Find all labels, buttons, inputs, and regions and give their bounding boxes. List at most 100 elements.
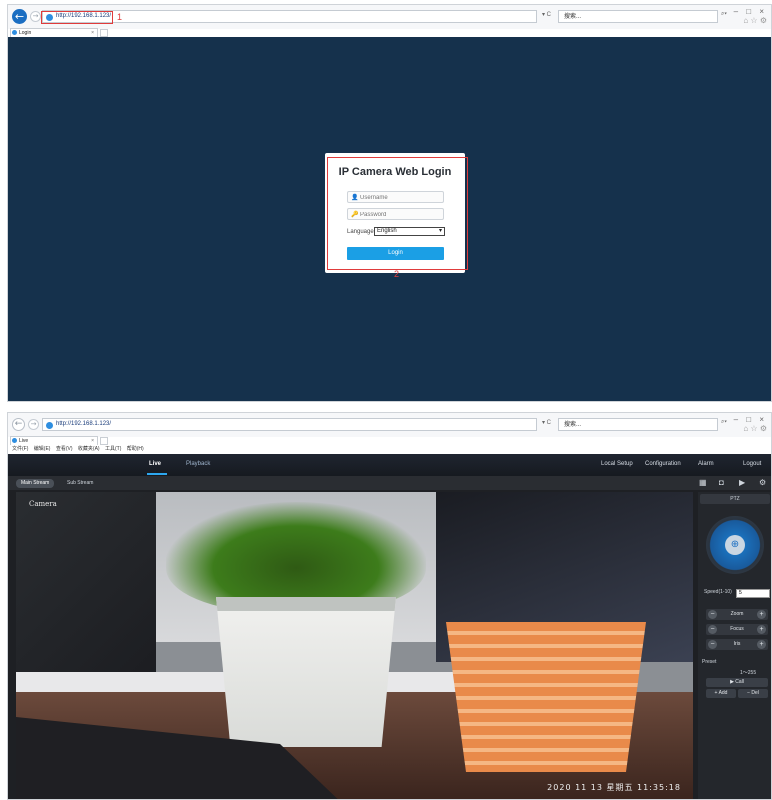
settings-icon[interactable]: ⚙ bbox=[759, 478, 766, 487]
live-page: Live Playback Local Setup Configuration … bbox=[8, 454, 771, 799]
speed-label: Speed(1-10) bbox=[704, 589, 732, 595]
back-button[interactable]: ← bbox=[12, 418, 25, 431]
menu-edit[interactable]: 编辑(E) bbox=[34, 446, 51, 452]
new-tab-button[interactable] bbox=[100, 29, 108, 37]
close-tab-icon[interactable]: × bbox=[91, 437, 94, 445]
toolbar-icons[interactable]: ⌂ ☆ ⚙ bbox=[743, 424, 767, 433]
search-placeholder: 搜索... bbox=[564, 14, 582, 20]
refresh-icon[interactable]: ▾ C bbox=[542, 419, 551, 426]
iris-plus-button[interactable]: + bbox=[757, 640, 766, 649]
nav-alarm[interactable]: Alarm bbox=[698, 461, 714, 467]
add-preset-button[interactable]: + Add bbox=[706, 689, 736, 698]
ptz-joystick[interactable]: ⊕ bbox=[706, 516, 764, 574]
camera-label: Camera bbox=[29, 500, 57, 508]
menu-file[interactable]: 文件(F) bbox=[12, 446, 28, 452]
tool-icons: ▦ ◘ ▶ ⚙ bbox=[696, 478, 771, 489]
zoom-plus-button[interactable]: + bbox=[757, 610, 766, 619]
live-screenshot: ← → http://192.168.1.123/ ▾ C 搜索... ⌕▾ –… bbox=[7, 412, 772, 800]
new-tab-button[interactable] bbox=[100, 437, 108, 445]
iris-minus-button[interactable]: − bbox=[708, 640, 717, 649]
osd-timestamp: 2020 11 13 星期五 11:35:18 bbox=[547, 783, 681, 792]
ie-icon bbox=[46, 422, 53, 429]
annotation-number-1: 1 bbox=[117, 12, 123, 22]
live-video[interactable]: Camera 2020 11 13 星期五 11:35:18 bbox=[16, 492, 693, 799]
forward-button[interactable]: → bbox=[28, 419, 39, 430]
tab-ie-icon bbox=[12, 438, 17, 443]
nav-logout[interactable]: Logout bbox=[743, 461, 761, 467]
focus-plus-button[interactable]: + bbox=[757, 625, 766, 634]
tab-strip: Live × bbox=[8, 436, 771, 445]
tab-title: Login bbox=[19, 30, 32, 36]
focus-label: Focus bbox=[730, 626, 744, 632]
record-icon[interactable]: ▶ bbox=[739, 478, 745, 487]
ptz-panel: PTZ ⊕ Speed(1-10) 5 − Zoom + − Focus + −… bbox=[698, 492, 771, 799]
annotation-box-1 bbox=[41, 11, 113, 24]
url-text: http://192.168.1.123/ bbox=[56, 421, 112, 427]
sub-stream-button[interactable]: Sub Stream bbox=[62, 479, 98, 488]
nav-playback[interactable]: Playback bbox=[186, 461, 210, 467]
browser-toolbar: ← → http://192.168.1.123/ ▾ C 搜索... ⌕▾ –… bbox=[8, 5, 771, 29]
tab-login[interactable]: Login × bbox=[10, 28, 98, 37]
nav-configuration[interactable]: Configuration bbox=[645, 461, 681, 467]
speed-row: Speed(1-10) 5 bbox=[704, 589, 770, 599]
main-stream-button[interactable]: Main Stream bbox=[16, 479, 55, 488]
focus-control: − Focus + bbox=[706, 624, 768, 635]
refresh-icon[interactable]: ▾ C bbox=[542, 11, 551, 18]
tab-live[interactable]: Live × bbox=[10, 436, 98, 445]
pot-rim bbox=[216, 597, 396, 611]
login-page: IP Camera Web Login 👤 🔑 Language: Englis… bbox=[8, 37, 771, 401]
call-label: Call bbox=[735, 679, 744, 685]
search-icon[interactable]: ⌕▾ bbox=[721, 11, 727, 18]
menu-favorites[interactable]: 收藏夹(A) bbox=[78, 446, 100, 452]
menu-view[interactable]: 查看(V) bbox=[56, 446, 73, 452]
preset-range[interactable]: 1～255 bbox=[740, 669, 756, 676]
annotation-number-2: 2 bbox=[394, 269, 400, 279]
zoom-control: − Zoom + bbox=[706, 609, 768, 620]
ptz-header: PTZ bbox=[700, 494, 770, 504]
video-orange-bowl bbox=[446, 622, 646, 772]
search-input[interactable] bbox=[558, 10, 718, 23]
grid-icon[interactable]: ▦ bbox=[699, 478, 707, 487]
iris-label: Iris bbox=[733, 641, 741, 647]
search-icon[interactable]: ⌕▾ bbox=[721, 419, 727, 426]
tab-ie-icon bbox=[12, 30, 17, 35]
tab-title: Live bbox=[19, 438, 29, 444]
add-label: Add bbox=[718, 690, 728, 696]
video-background-left bbox=[16, 492, 156, 702]
zoom-label: Zoom bbox=[730, 611, 744, 617]
active-tab-indicator bbox=[147, 473, 167, 475]
menu-tools[interactable]: 工具(T) bbox=[105, 446, 121, 452]
del-label: Del bbox=[751, 690, 759, 696]
annotation-box-2 bbox=[327, 157, 468, 270]
forward-button[interactable]: → bbox=[30, 11, 41, 22]
menu-bar: 文件(F) 编辑(E) 查看(V) 收藏夹(A) 工具(T) 帮助(H) bbox=[8, 445, 771, 453]
window-controls[interactable]: – □ × bbox=[734, 415, 767, 424]
preset-label: Preset bbox=[702, 659, 717, 665]
iris-control: − Iris + bbox=[706, 639, 768, 650]
window-controls[interactable]: – □ × bbox=[734, 7, 767, 16]
close-tab-icon[interactable]: × bbox=[91, 29, 94, 37]
call-preset-button[interactable]: ▶ Call bbox=[706, 678, 768, 687]
toolbar-icons[interactable]: ⌂ ☆ ⚙ bbox=[743, 16, 767, 25]
zoom-center-icon[interactable]: ⊕ bbox=[725, 535, 745, 555]
login-screenshot: ← → http://192.168.1.123/ ▾ C 搜索... ⌕▾ –… bbox=[7, 4, 772, 402]
address-bar[interactable]: http://192.168.1.123/ bbox=[42, 418, 537, 431]
search-placeholder: 搜索... bbox=[564, 422, 582, 428]
zoom-minus-button[interactable]: − bbox=[708, 610, 717, 619]
menu-help[interactable]: 帮助(H) bbox=[127, 446, 144, 452]
tab-strip: Login × bbox=[8, 28, 771, 37]
top-navigation: Live Playback Local Setup Configuration … bbox=[8, 454, 771, 476]
search-input[interactable] bbox=[558, 418, 718, 431]
camera-icon[interactable]: ◘ bbox=[719, 478, 724, 487]
speed-select[interactable]: 5 bbox=[736, 589, 770, 598]
nav-live[interactable]: Live bbox=[149, 461, 161, 467]
video-plant-leaves bbox=[166, 502, 426, 612]
delete-preset-button[interactable]: − Del bbox=[738, 689, 768, 698]
focus-minus-button[interactable]: − bbox=[708, 625, 717, 634]
back-button[interactable]: ← bbox=[12, 9, 27, 24]
nav-local-setup[interactable]: Local Setup bbox=[601, 461, 633, 467]
stream-bar: Main Stream Sub Stream ▦ ◘ ▶ ⚙ bbox=[8, 476, 771, 490]
browser-toolbar: ← → http://192.168.1.123/ ▾ C 搜索... ⌕▾ –… bbox=[8, 413, 771, 437]
video-plant-pot bbox=[216, 597, 396, 747]
speed-value: 5 bbox=[739, 590, 742, 596]
